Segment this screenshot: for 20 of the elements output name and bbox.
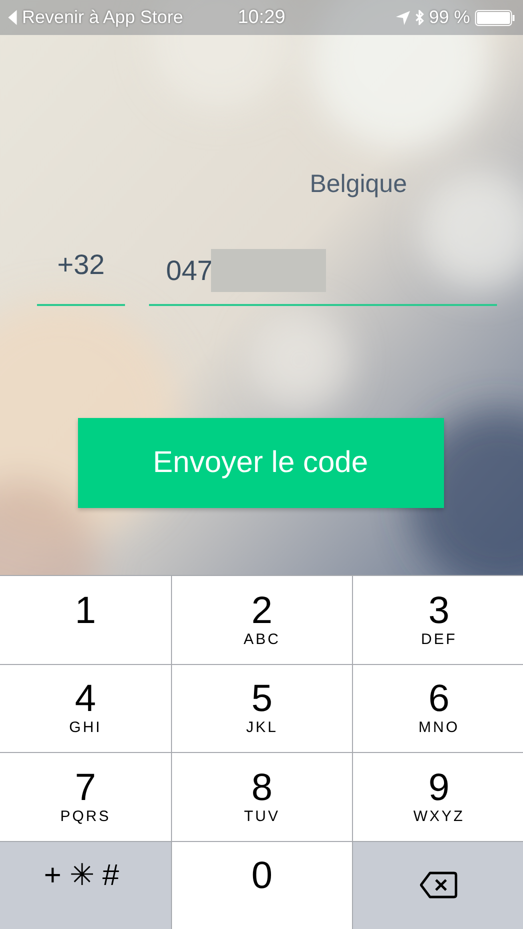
keypad-key[interactable]: 4 GHI	[0, 664, 171, 752]
battery-percent: 99 %	[428, 7, 470, 28]
delete-icon[interactable]	[420, 871, 458, 900]
symbols-key[interactable]: +✳#	[0, 842, 171, 929]
keypad-key[interactable]: 1	[0, 576, 171, 664]
bluetooth-icon	[414, 10, 424, 25]
keypad-key[interactable]: 7 PQRS	[0, 753, 171, 840]
location-icon	[396, 10, 410, 24]
battery-icon	[474, 10, 515, 26]
keypad-key[interactable]: 3 DEF	[353, 576, 523, 664]
country-name[interactable]: Belgique	[310, 170, 407, 199]
keypad-key[interactable]: 5 JKL	[172, 664, 352, 752]
keypad-key[interactable]: 6 MNO	[353, 664, 523, 752]
keypad-key[interactable]: 9 WXYZ	[353, 753, 523, 840]
keypad-key[interactable]: 0	[172, 842, 352, 929]
keypad-key[interactable]: 2 ABC	[172, 576, 352, 664]
status-time: 10:29	[238, 6, 286, 28]
phone-number-field[interactable]: 047	[149, 249, 497, 306]
country-code-field[interactable]: +32	[37, 249, 125, 306]
keypad-key[interactable]: 8 TUV	[172, 753, 352, 840]
